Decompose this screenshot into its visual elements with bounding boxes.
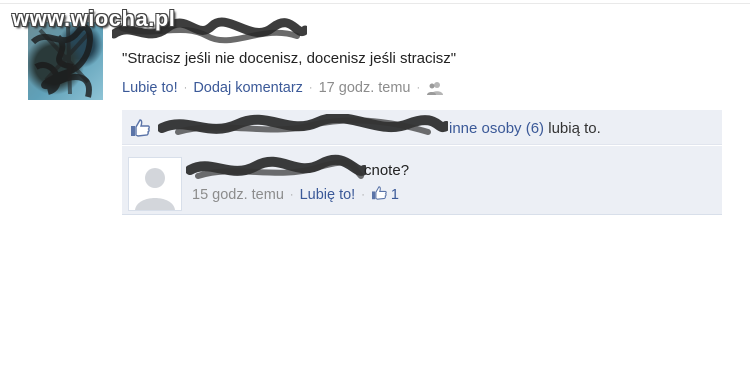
post-status-text: "Stracisz jeśli nie docenisz, docenisz j… [122, 50, 457, 67]
top-divider [0, 3, 750, 4]
separator-dot: · [183, 82, 188, 94]
thumbs-up-icon [371, 186, 387, 200]
thumbs-up-icon [131, 119, 150, 137]
censor-scribble [30, 24, 93, 98]
likers-censored[interactable] [158, 114, 448, 140]
add-comment-link[interactable]: Dodaj komentarz [193, 80, 303, 96]
watermark: www.wiocha.pl [12, 6, 176, 31]
comment-item: cnote? 15 godz. temu · Lubię to! · 1 [122, 146, 722, 215]
separator-dot: · [416, 82, 421, 94]
comment-like-link[interactable]: Lubię to! [300, 187, 356, 203]
commenter-avatar[interactable] [128, 157, 182, 211]
comment-timestamp[interactable]: 15 godz. temu [192, 187, 284, 203]
likes-tail: lubią to. [544, 120, 601, 137]
post-meta: Lubię to! · Dodaj komentarz · 17 godz. t… [122, 80, 444, 96]
author-avatar[interactable] [28, 22, 103, 100]
default-avatar-icon [129, 158, 181, 210]
separator-dot: · [289, 188, 294, 201]
separator-dot: · [308, 82, 313, 94]
comment-like-count[interactable]: 1 [371, 186, 399, 203]
like-count-value: 1 [390, 187, 399, 203]
other-likers-link[interactable]: inne osoby (6) [449, 120, 544, 137]
like-link[interactable]: Lubię to! [122, 80, 178, 96]
comment-text: cnote? [364, 162, 410, 179]
friends-icon[interactable] [427, 81, 444, 95]
separator-dot: · [361, 188, 365, 201]
commenter-name-censored[interactable] [186, 154, 366, 184]
comment-meta: 15 godz. temu · Lubię to! · 1 [192, 186, 399, 203]
post-timestamp[interactable]: 17 godz. temu [319, 80, 411, 96]
likes-summary: inne osoby (6) lubią to. [122, 110, 722, 145]
likes-text: inne osoby (6) lubią to. [449, 120, 601, 137]
